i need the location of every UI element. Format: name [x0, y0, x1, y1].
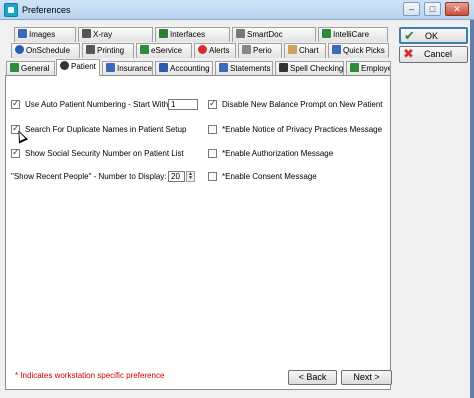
recent-people-input[interactable]: 20: [168, 171, 185, 182]
tab-chart[interactable]: Chart: [284, 43, 326, 58]
disable-balance-prompt-checkbox[interactable]: [208, 98, 217, 109]
auto-number-start-input[interactable]: 1: [168, 99, 198, 110]
recent-people-label: "Show Recent People" - Number to Display…: [11, 172, 167, 181]
close-button[interactable]: ✕: [445, 2, 469, 16]
maximize-button[interactable]: □: [424, 2, 441, 16]
image-icon: [18, 29, 27, 38]
back-button[interactable]: < Back: [288, 370, 337, 385]
spellcheck-icon: [279, 63, 288, 72]
tab-patient[interactable]: Patient: [56, 59, 100, 76]
minimize-button[interactable]: –: [403, 2, 420, 16]
tab-quick-picks[interactable]: Quick Picks: [328, 43, 389, 58]
privacy-notice-label: *Enable Notice of Privacy Practices Mess…: [222, 125, 383, 134]
tab-eservice[interactable]: eService: [136, 43, 192, 58]
background-window-edge: [470, 20, 474, 398]
patient-icon: [60, 61, 69, 70]
tab-onschedule[interactable]: OnSchedule: [11, 43, 80, 58]
tab-accounting[interactable]: Accounting: [155, 61, 213, 76]
statements-icon: [219, 63, 228, 72]
tab-xray[interactable]: X-ray: [78, 27, 153, 42]
auto-numbering-checkbox[interactable]: [11, 98, 20, 109]
chart-icon: [288, 45, 297, 54]
insurance-icon: [106, 63, 115, 72]
authorization-message-label: *Enable Authorization Message: [222, 149, 334, 158]
cancel-x-icon: ✖: [403, 46, 414, 61]
workstation-footnote: * Indicates workstation specific prefere…: [15, 371, 165, 380]
accounting-icon: [159, 63, 168, 72]
tab-insurance[interactable]: Insurance: [102, 61, 153, 76]
xray-icon: [82, 29, 91, 38]
tab-printing[interactable]: Printing: [82, 43, 134, 58]
show-ssn-label: Show Social Security Number on Patient L…: [25, 149, 184, 158]
intellicare-icon: [322, 29, 331, 38]
printer-icon: [86, 45, 95, 54]
privacy-notice-checkbox[interactable]: [208, 125, 217, 134]
interfaces-icon: [159, 29, 168, 38]
tab-alerts[interactable]: Alerts: [194, 43, 236, 58]
document-icon: [236, 29, 245, 38]
tab-interfaces[interactable]: Interfaces: [155, 27, 230, 42]
next-button[interactable]: Next >: [341, 370, 392, 385]
window-title: Preferences: [22, 5, 71, 15]
tab-perio[interactable]: Perio: [238, 43, 282, 58]
auto-numbering-label: Use Auto Patient Numbering - Start With:: [25, 100, 171, 109]
tab-statements[interactable]: Statements: [215, 61, 273, 76]
tab-general[interactable]: General: [6, 61, 55, 76]
title-bar: Preferences – □ ✕: [0, 0, 474, 20]
grid-icon: [332, 45, 341, 54]
duplicate-names-label: Search For Duplicate Names in Patient Se…: [25, 125, 187, 134]
tab-employer[interactable]: Employer: [346, 61, 391, 76]
recent-people-spinner[interactable]: ▲ ▼: [186, 171, 195, 182]
alert-icon: [198, 45, 207, 54]
tab-smartdoc[interactable]: SmartDoc: [232, 27, 316, 42]
tab-intellicare[interactable]: IntelliCare: [318, 27, 388, 42]
show-ssn-checkbox[interactable]: [11, 147, 20, 158]
consent-message-checkbox[interactable]: [208, 172, 217, 181]
app-icon: [4, 3, 18, 17]
consent-message-label: *Enable Consent Message: [222, 172, 317, 181]
checkmark-icon: ✔: [404, 28, 415, 43]
cancel-button[interactable]: ✖ Cancel: [399, 46, 468, 63]
general-icon: [10, 63, 19, 72]
clock-icon: [15, 45, 24, 54]
patient-tab-panel: [5, 75, 391, 390]
disable-balance-prompt-label: Disable New Balance Prompt on New Patien…: [222, 100, 383, 109]
eservice-icon: [140, 45, 149, 54]
employer-icon: [350, 63, 359, 72]
tab-spell-checking[interactable]: Spell Checking: [275, 61, 344, 76]
perio-icon: [242, 45, 251, 54]
ok-button[interactable]: ✔ OK: [399, 27, 468, 44]
tab-images[interactable]: Images: [14, 27, 76, 42]
authorization-message-checkbox[interactable]: [208, 149, 217, 158]
